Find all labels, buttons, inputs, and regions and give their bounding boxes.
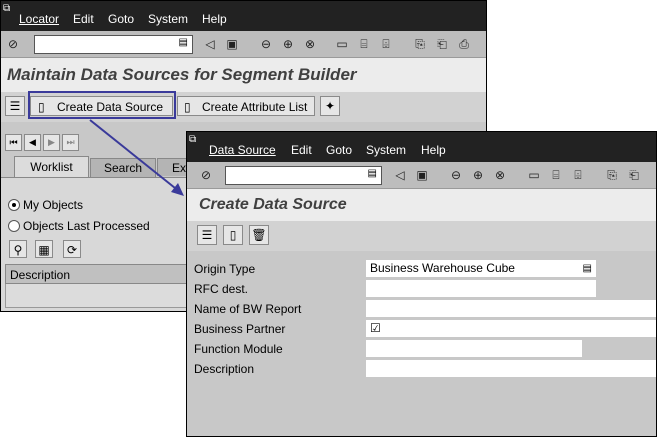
back-icon[interactable]: ⊖: [449, 168, 463, 182]
print-icon[interactable]: ▭: [527, 168, 541, 182]
prev-page-icon[interactable]: ⎗: [627, 168, 641, 182]
front-app-toolbar: ☰ ▯ 🗑: [187, 221, 656, 251]
label-origin-type: Origin Type: [194, 262, 256, 276]
find-icon[interactable]: ⌸: [549, 168, 563, 182]
dropdown-icon[interactable]: ▤: [368, 168, 377, 179]
menu-goto[interactable]: Goto: [326, 143, 352, 157]
label-rfc-dest: RFC dest.: [194, 282, 249, 296]
label-name-of-bw-report: Name of BW Report: [194, 302, 302, 316]
menu-data-source[interactable]: Data Source: [209, 143, 276, 157]
find-next-icon[interactable]: ⌹: [571, 168, 585, 182]
list-icon[interactable]: ☰: [197, 225, 217, 245]
front-window: ⧉ Data Source Edit Goto System Help ⊘ ▤ …: [186, 131, 657, 437]
origin-type-field[interactable]: Business Warehouse Cube ▤: [366, 260, 596, 277]
new-document-icon[interactable]: ▯: [223, 225, 243, 245]
menu-system[interactable]: System: [366, 143, 406, 157]
cancel-icon[interactable]: ⊗: [493, 168, 507, 182]
label-description: Description: [194, 362, 255, 376]
description-field[interactable]: [366, 360, 656, 377]
rfc-dest-field[interactable]: [366, 280, 596, 297]
front-menubar: ⧉ Data Source Edit Goto System Help: [187, 132, 656, 162]
business-partner-checkbox[interactable]: ☑: [366, 320, 656, 337]
delete-icon[interactable]: 🗑: [249, 225, 269, 245]
exit-icon[interactable]: ⊕: [471, 168, 485, 182]
front-page-title: Create Data Source: [187, 189, 656, 221]
bw-report-field[interactable]: [366, 300, 656, 317]
first-page-icon[interactable]: ⎘: [605, 168, 619, 182]
save-icon[interactable]: ▣: [415, 168, 429, 182]
front-system-toolbar: ⊘ ▤ ◁ ▣ ⊖ ⊕ ⊗ ▭ ⌸ ⌹ ⎘ ⎗: [187, 162, 656, 189]
menu-edit[interactable]: Edit: [291, 143, 312, 157]
dropdown-icon[interactable]: ▤: [583, 260, 592, 277]
back-arrow-icon[interactable]: ◁: [393, 168, 407, 182]
enter-icon[interactable]: ⊘: [199, 168, 213, 182]
window-icon: ⧉: [189, 134, 197, 145]
function-module-field[interactable]: [366, 340, 582, 357]
menu-help[interactable]: Help: [421, 143, 446, 157]
command-field[interactable]: ▤: [225, 166, 382, 185]
form-area: Origin Type Business Warehouse Cube ▤ RF…: [191, 258, 656, 378]
label-business-partner: Business Partner: [194, 322, 286, 336]
label-function-module: Function Module: [194, 342, 283, 356]
